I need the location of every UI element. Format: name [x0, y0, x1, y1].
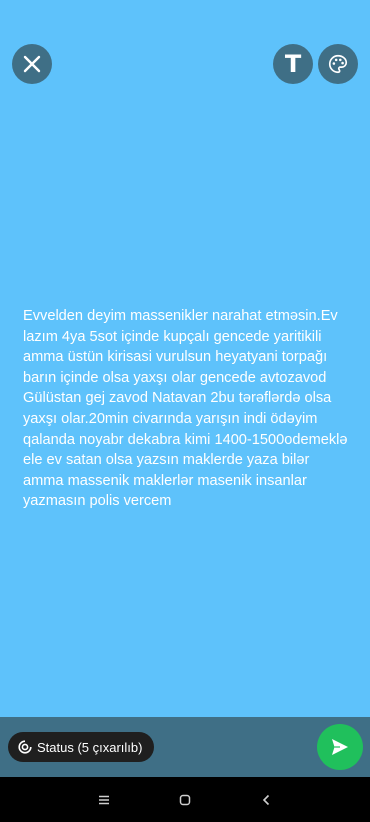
- status-text[interactable]: Evvelden deyim massenikler narahat etməs…: [23, 306, 353, 512]
- back-icon: [262, 794, 270, 806]
- palette-icon: [329, 54, 348, 74]
- system-navigation-bar: [0, 777, 370, 822]
- send-button[interactable]: [317, 724, 363, 770]
- close-icon: [23, 55, 41, 73]
- home-icon: [179, 794, 191, 806]
- status-chip-label: Status (5 çıxarılıb): [37, 739, 143, 755]
- menu-icon: [99, 795, 109, 805]
- recent-apps-button[interactable]: [92, 788, 116, 812]
- status-ring-icon: [18, 740, 32, 754]
- status-privacy-chip[interactable]: Status (5 çıxarılıb): [8, 732, 155, 762]
- text-tool-button[interactable]: T: [273, 44, 313, 84]
- close-button[interactable]: [12, 44, 52, 84]
- send-icon: [332, 739, 348, 755]
- color-palette-button[interactable]: [318, 44, 358, 84]
- text-tool-label: T: [284, 50, 302, 78]
- back-button[interactable]: [254, 788, 278, 812]
- home-button[interactable]: [173, 788, 197, 812]
